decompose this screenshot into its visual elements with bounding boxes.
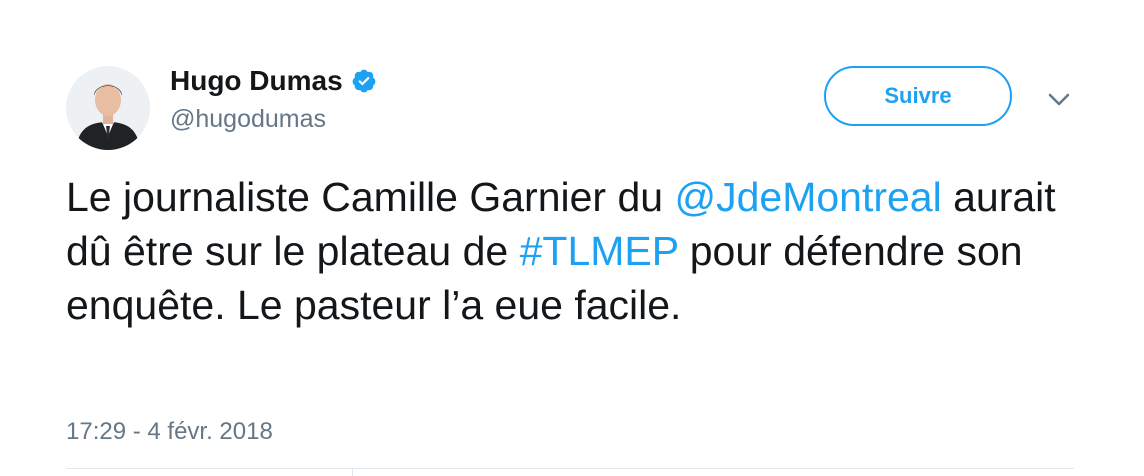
author-handle[interactable]: @hugodumas	[170, 104, 326, 134]
verified-badge-icon	[351, 68, 377, 94]
divider	[66, 468, 1074, 469]
divider-tick	[352, 468, 353, 476]
tweet-text: Le journaliste Camille Garnier du @JdeMo…	[66, 170, 1106, 332]
avatar[interactable]	[66, 66, 150, 150]
author-name-row: Hugo Dumas	[170, 64, 377, 98]
profile-photo-icon	[66, 66, 150, 150]
hashtag-link[interactable]: #TLMEP	[520, 228, 679, 274]
chevron-down-icon[interactable]	[1044, 86, 1074, 112]
tweet-timestamp[interactable]: 17:29 - 4 févr. 2018	[66, 417, 273, 447]
tweet-text-segment: Le journaliste Camille Garnier du	[66, 174, 675, 220]
mention-link[interactable]: @JdeMontreal	[674, 174, 941, 220]
follow-button[interactable]: Suivre	[824, 66, 1012, 126]
author-display-name[interactable]: Hugo Dumas	[170, 64, 343, 98]
